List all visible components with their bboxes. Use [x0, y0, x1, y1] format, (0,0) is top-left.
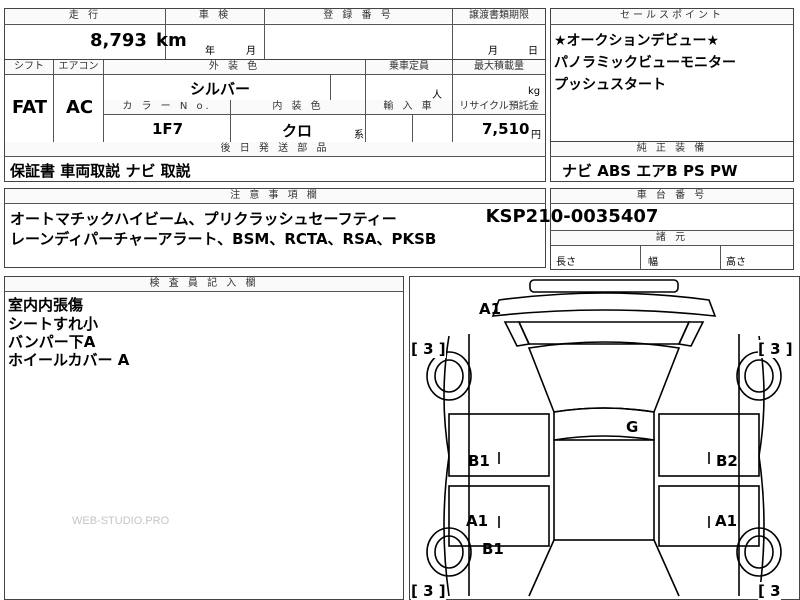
registration-label: 登 録 番 号 [265, 9, 452, 23]
damage-mark-left-front-door: B1 [468, 452, 490, 470]
mileage-value: 8,793 [90, 30, 147, 51]
damage-mark-left-rear: B1 [482, 540, 504, 558]
inspector-label: 検 査 員 記 入 欄 [5, 277, 403, 291]
car-diagram [426, 279, 782, 597]
inspection-label: 車 検 [166, 9, 264, 23]
recycle-value: 7,510 [482, 120, 530, 138]
mileage-unit: km [156, 30, 187, 51]
exterior-label: 外 装 色 [104, 60, 365, 74]
color-no-value: 1F7 [152, 120, 184, 138]
sales-points-label: セールスポイント [551, 9, 793, 23]
sales-point-line: パノラミックビューモニター [554, 55, 736, 71]
inspector-line: 室内内張傷 [8, 296, 84, 314]
damage-mark-roof: G [626, 418, 639, 436]
later-parts-label: 後 日 発 送 部 品 [5, 142, 545, 156]
capacity-unit: 人 [432, 90, 442, 101]
exterior-value: シルバー [190, 80, 251, 98]
dimensions-label: 諸 元 [551, 231, 793, 245]
color-no-label: カ ラ ー N o. [104, 100, 230, 114]
tire-tread-right-rear: [ 3 [758, 582, 781, 600]
inspection-year: 年 [205, 46, 215, 57]
equipment-label: 純 正 装 備 [551, 142, 793, 156]
inspection-month: 月 [246, 46, 256, 57]
later-parts-value: 保証書 車両取説 ナビ 取説 [10, 162, 191, 180]
damage-mark-left-rear-door: A1 [466, 512, 489, 530]
interior-suffix: 系 [354, 130, 364, 141]
capacity-label: 乗車定員 [366, 60, 452, 74]
damage-mark-front: A1 [479, 300, 502, 318]
watermark: WEB-STUDIO.PRO [72, 515, 170, 527]
notes-label: 注 意 事 項 欄 [5, 189, 545, 203]
tire-tread-left-front: [ 3 ] [411, 340, 446, 358]
recycle-label: リサイクル預託金 [453, 100, 545, 114]
dimension-length: 長さ [556, 257, 576, 268]
inspector-line: ホイールカバー A [8, 351, 130, 369]
tire-tread-right-front: [ 3 ] [758, 340, 793, 358]
chassis-label: 車 台 番 号 [551, 189, 793, 203]
sales-point-line: プッシュスタート [554, 77, 666, 93]
interior-label: 内 装 色 [231, 100, 365, 114]
damage-mark-right-rear-door: A1 [715, 512, 738, 530]
tire-tread-left-rear: [ 3 ] [411, 582, 446, 600]
load-label: 最大積載量 [453, 60, 545, 74]
mileage-label: 走 行 [5, 9, 165, 23]
chassis-value: KSP210-0035407 [485, 206, 659, 227]
aircon-label: エアコン [54, 60, 103, 74]
notes-line: レーンディパーチャーアラート、BSM、RCTA、RSA、PKSB [10, 230, 437, 248]
dimension-height: 高さ [726, 257, 746, 268]
import-label: 輸 入 車 [366, 100, 452, 114]
dimension-width: 幅 [648, 257, 658, 268]
shift-label: シフト [5, 60, 53, 74]
transfer-day: 日 [528, 46, 538, 57]
interior-value: クロ [282, 122, 313, 140]
aircon-value: AC [66, 97, 94, 118]
damage-mark-right-front-door: B2 [716, 452, 738, 470]
transfer-label: 譲渡書類期限 [453, 9, 545, 23]
equipment-value: ナビ ABS エアB PS PW [562, 162, 738, 180]
sales-point-line: ★オークションデビュー★ [554, 33, 720, 49]
load-unit: kg [528, 86, 541, 97]
transfer-month: 月 [488, 46, 498, 57]
recycle-unit: 円 [531, 130, 541, 141]
shift-value: FAT [12, 97, 48, 118]
